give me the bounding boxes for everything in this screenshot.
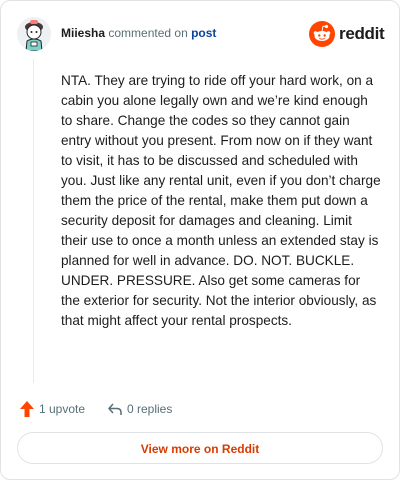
comment-meta: Miiesha commented on post	[61, 26, 216, 40]
reddit-wordmark: reddit	[339, 24, 385, 43]
comment-action-text: commented on	[108, 26, 188, 40]
avatar-icon	[17, 17, 51, 51]
replies-count: 0 replies	[127, 402, 173, 416]
reply-arrow-icon	[108, 403, 122, 415]
upvote-count: 1 upvote	[39, 402, 86, 416]
reddit-brand[interactable]: reddit	[309, 20, 385, 48]
comment-body: NTA. They are trying to ride off your ha…	[61, 73, 381, 328]
upvote-arrow-icon	[20, 401, 34, 417]
user-avatar[interactable]	[17, 17, 51, 51]
comment-author[interactable]: Miiesha	[61, 26, 105, 40]
replies-button[interactable]: 0 replies	[107, 399, 197, 419]
view-more-button[interactable]: View more on Reddit	[17, 432, 383, 464]
post-link[interactable]: post	[191, 26, 216, 40]
embedded-comment-card: Miiesha commented on post reddit NTA. Th…	[0, 0, 400, 480]
reddit-logo-icon	[309, 21, 335, 47]
thread-line	[33, 59, 34, 383]
upvote-button[interactable]: 1 upvote	[19, 399, 99, 419]
comment-header: Miiesha commented on post reddit	[17, 17, 385, 51]
